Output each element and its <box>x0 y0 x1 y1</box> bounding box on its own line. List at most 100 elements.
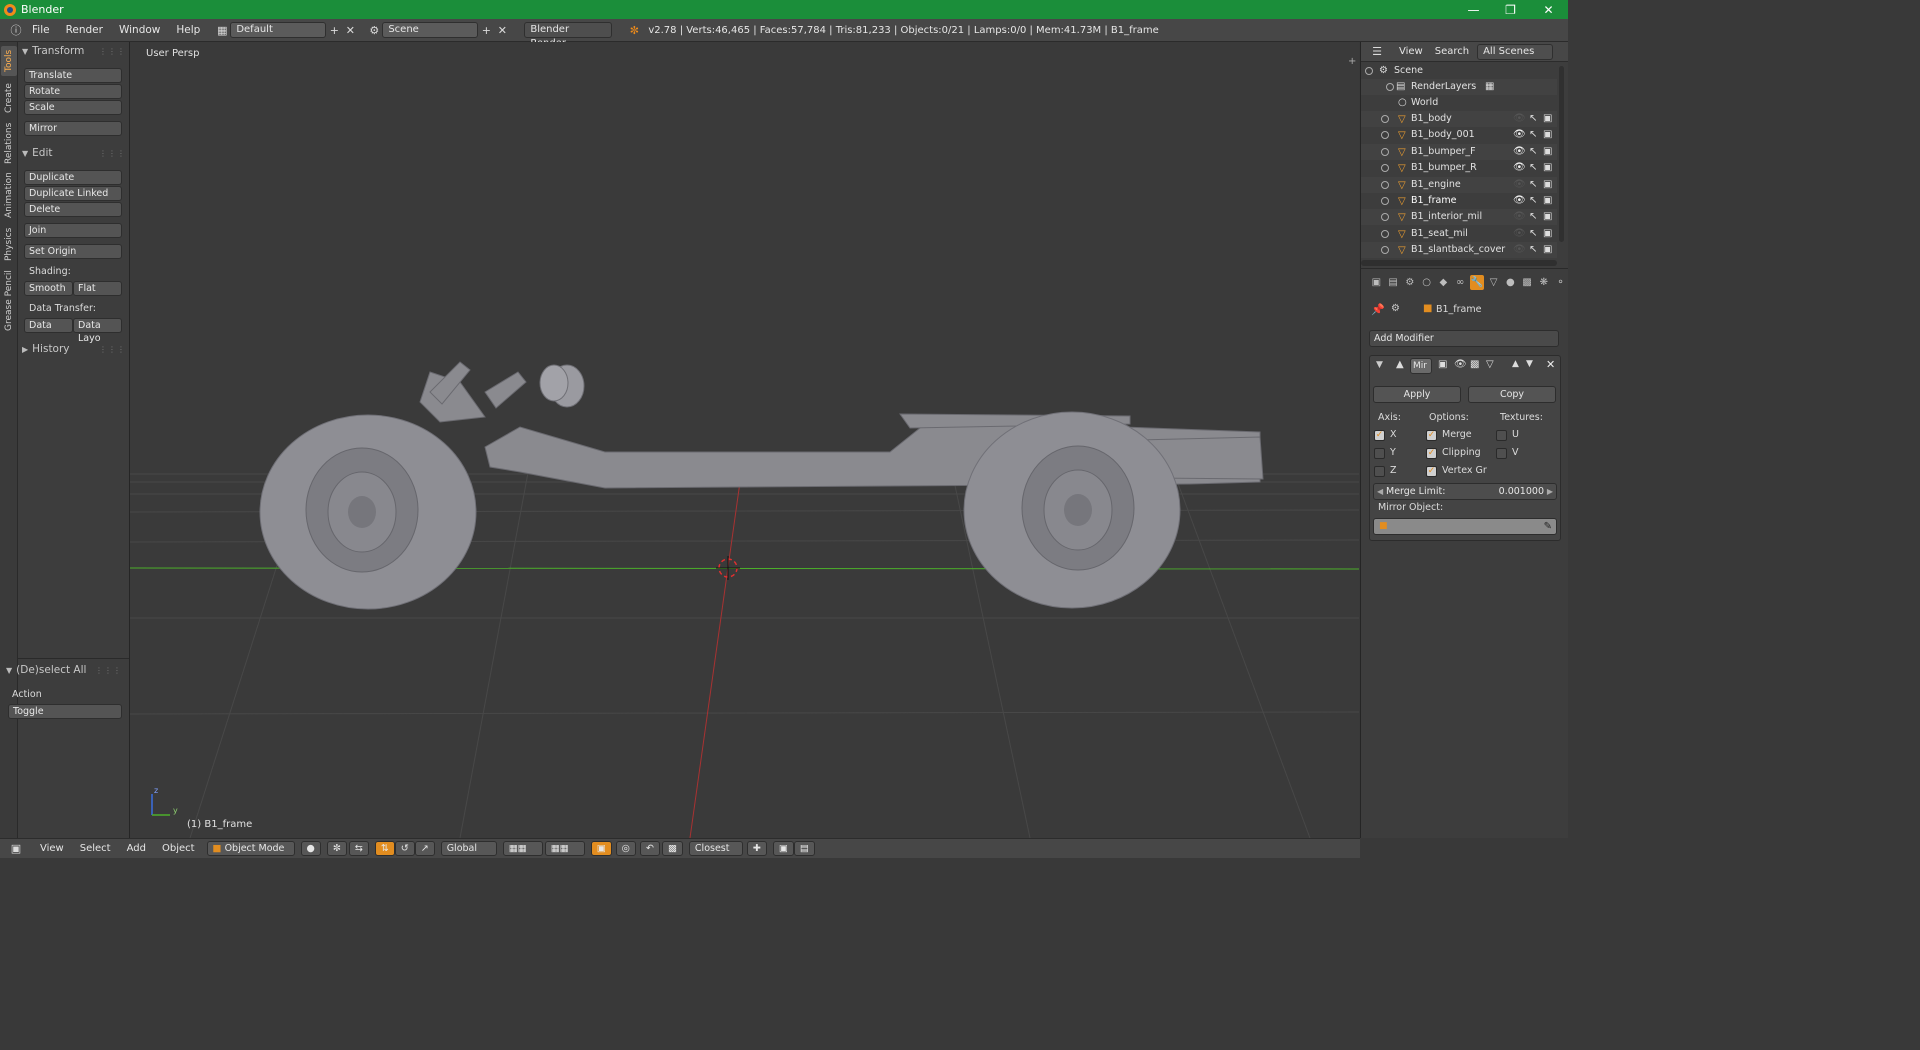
expand-icon[interactable] <box>1381 164 1389 173</box>
axis-checkbox[interactable] <box>1374 448 1385 459</box>
action-select[interactable]: Toggle <box>8 704 122 719</box>
menu-object[interactable]: Object <box>154 843 203 854</box>
decrement-icon[interactable]: ◀ <box>1377 484 1383 499</box>
outliner-object-row[interactable]: ▽ B1_slantback_cover 👁 ↖ ▣ <box>1361 242 1557 259</box>
visibility-eye-icon[interactable]: 👁 <box>1513 129 1526 140</box>
edit-panel-header[interactable]: ▼ Edit ⋮⋮⋮ <box>22 145 126 161</box>
render-preview-icon[interactable]: ✚ <box>746 841 767 856</box>
data-button[interactable]: Data <box>24 318 73 333</box>
renderability-camera-icon[interactable]: ▣ <box>1543 228 1552 239</box>
modifier-name-field[interactable]: Mir <box>1410 358 1432 374</box>
close-icon[interactable]: ✕ <box>1530 0 1567 19</box>
menu-add[interactable]: Add <box>119 843 154 854</box>
selectability-cursor-icon[interactable]: ↖ <box>1529 146 1537 157</box>
option-checkbox[interactable]: ✓ <box>1426 430 1437 441</box>
visibility-eye-icon[interactable]: 👁 <box>1513 211 1526 222</box>
editmode-visibility-icon[interactable]: ▩ <box>1470 359 1479 370</box>
move-up-icon[interactable]: ▲ <box>1512 359 1519 369</box>
mirror-button[interactable]: Mirror <box>24 121 122 136</box>
visibility-eye-icon[interactable]: 👁 <box>1513 146 1526 157</box>
outliner-world-row[interactable]: ○ World <box>1361 95 1557 111</box>
option-checkbox[interactable]: ✓ <box>1426 448 1437 459</box>
collapse-icon[interactable]: ▼ <box>1376 360 1383 370</box>
modifiers-tab-icon[interactable]: 🔧 <box>1469 274 1485 290</box>
selectability-cursor-icon[interactable]: ↖ <box>1529 129 1537 140</box>
outliner-object-row[interactable]: ▽ B1_bumper_F 👁 ↖ ▣ <box>1361 143 1557 160</box>
copy-button[interactable]: Copy <box>1468 386 1556 403</box>
renderability-camera-icon[interactable]: ▣ <box>1543 146 1552 157</box>
outliner-editor-icon[interactable]: ☰ <box>1369 44 1385 60</box>
rotate-button[interactable]: Rotate <box>24 84 122 99</box>
info-editor-icon[interactable]: ⓘ <box>8 22 24 38</box>
texture-checkbox[interactable] <box>1496 448 1507 459</box>
visibility-eye-icon[interactable]: 👁 <box>1513 195 1526 206</box>
tab-grease-pencil[interactable]: Grease Pencil <box>1 268 17 334</box>
remove-modifier-icon[interactable]: ✕ <box>1546 358 1555 371</box>
renderability-camera-icon[interactable]: ▣ <box>1543 195 1552 206</box>
delete-button[interactable]: Delete <box>24 202 122 217</box>
viewport-visibility-icon[interactable]: 👁 <box>1454 359 1467 370</box>
expand-icon[interactable] <box>1381 131 1389 140</box>
renderability-camera-icon[interactable]: ▣ <box>1543 129 1552 140</box>
renderability-camera-icon[interactable]: ▣ <box>1543 162 1552 173</box>
selectability-cursor-icon[interactable]: ↖ <box>1529 113 1537 124</box>
texture-tab-icon[interactable]: ▩ <box>1520 275 1535 290</box>
3d-cursor[interactable] <box>716 556 740 580</box>
flat-button[interactable]: Flat <box>73 281 122 296</box>
selectability-cursor-icon[interactable]: ↖ <box>1529 228 1537 239</box>
axis-checkbox[interactable]: ✓ <box>1374 430 1385 441</box>
selectability-cursor-icon[interactable]: ↖ <box>1529 211 1537 222</box>
cage-visibility-icon[interactable]: ▽ <box>1486 359 1494 370</box>
constraints-tab-icon[interactable]: ∞ <box>1453 275 1468 290</box>
proportional-edit-icon[interactable]: ◎ <box>615 841 636 856</box>
snap-element-icon[interactable]: ▩ <box>661 841 683 856</box>
history-panel-header[interactable]: ▶ History ⋮⋮⋮ <box>22 341 126 357</box>
add-scene-icon[interactable]: + <box>478 22 494 38</box>
apply-button[interactable]: Apply <box>1373 386 1461 403</box>
tab-animation[interactable]: Animation <box>1 170 17 220</box>
drag-handle-icon[interactable]: ⋮⋮⋮ <box>99 345 126 354</box>
data-tab-icon[interactable]: ▽ <box>1486 275 1501 290</box>
expand-icon[interactable] <box>1381 246 1389 255</box>
data-layout-button[interactable]: Data Layo <box>73 318 122 344</box>
menu-view[interactable]: View <box>1393 46 1429 57</box>
increment-icon[interactable]: ▶ <box>1547 484 1553 499</box>
layers-grid[interactable]: ▦▦ <box>502 841 543 856</box>
tab-tools[interactable]: Tools <box>1 46 17 76</box>
outliner-object-row[interactable]: ▽ B1_body 👁 ↖ ▣ <box>1361 111 1557 127</box>
outliner-object-row[interactable]: ▽ B1_body_001 👁 ↖ ▣ <box>1361 127 1557 143</box>
transform-panel-header[interactable]: ▼ Transform ⋮⋮⋮ <box>22 43 126 59</box>
outliner-renderlayers-row[interactable]: ▤ RenderLayers ▦ <box>1361 79 1557 95</box>
particles-tab-icon[interactable]: ❋ <box>1537 275 1552 290</box>
menu-render[interactable]: Render <box>58 24 111 36</box>
outliner-object-row[interactable]: ▽ B1_frame 👁 ↖ ▣ <box>1361 193 1557 209</box>
scene-icon[interactable]: ⚙ <box>366 22 382 38</box>
manipulator-toggle[interactable]: ⇆ <box>348 841 369 856</box>
outliner-horizontal-scrollbar[interactable] <box>1361 260 1557 266</box>
visibility-eye-icon[interactable]: 👁 <box>1513 244 1526 255</box>
visibility-eye-icon[interactable]: 👁 <box>1513 179 1526 190</box>
expand-icon[interactable] <box>1381 213 1389 222</box>
display-mode-select[interactable]: All Scenes <box>1477 43 1554 60</box>
smooth-button[interactable]: Smooth <box>24 281 73 296</box>
join-button[interactable]: Join <box>24 223 122 238</box>
object-tab-icon[interactable]: ◆ <box>1436 275 1451 290</box>
properties-toggle-icon[interactable]: + <box>1348 56 1356 67</box>
physics-tab-icon[interactable]: ⚬ <box>1553 275 1568 290</box>
remove-scene-icon[interactable]: ✕ <box>494 22 510 38</box>
add-screen-icon[interactable]: + <box>326 22 342 38</box>
opengl-render-icon[interactable]: ▣ <box>772 841 794 856</box>
duplicate-linked-button[interactable]: Duplicate Linked <box>24 186 122 201</box>
viewport-shading-select[interactable]: ● <box>300 841 321 856</box>
merge-limit-field[interactable]: ◀ Merge Limit: 0.001000 ▶ <box>1373 483 1557 500</box>
menu-file[interactable]: File <box>24 24 58 36</box>
transform-orientation-select[interactable]: Global <box>440 841 497 856</box>
expand-icon[interactable] <box>1381 229 1389 238</box>
lock-layers-icon[interactable]: ▣ <box>590 841 612 856</box>
menu-help[interactable]: Help <box>168 24 208 36</box>
snap-toggle-icon[interactable]: ↶ <box>639 841 660 856</box>
selectability-cursor-icon[interactable]: ↖ <box>1529 244 1537 255</box>
scene-tab-icon[interactable]: ⚙ <box>1403 275 1418 290</box>
visibility-eye-icon[interactable]: 👁 <box>1513 228 1526 239</box>
add-modifier-select[interactable]: Add Modifier <box>1369 330 1559 347</box>
